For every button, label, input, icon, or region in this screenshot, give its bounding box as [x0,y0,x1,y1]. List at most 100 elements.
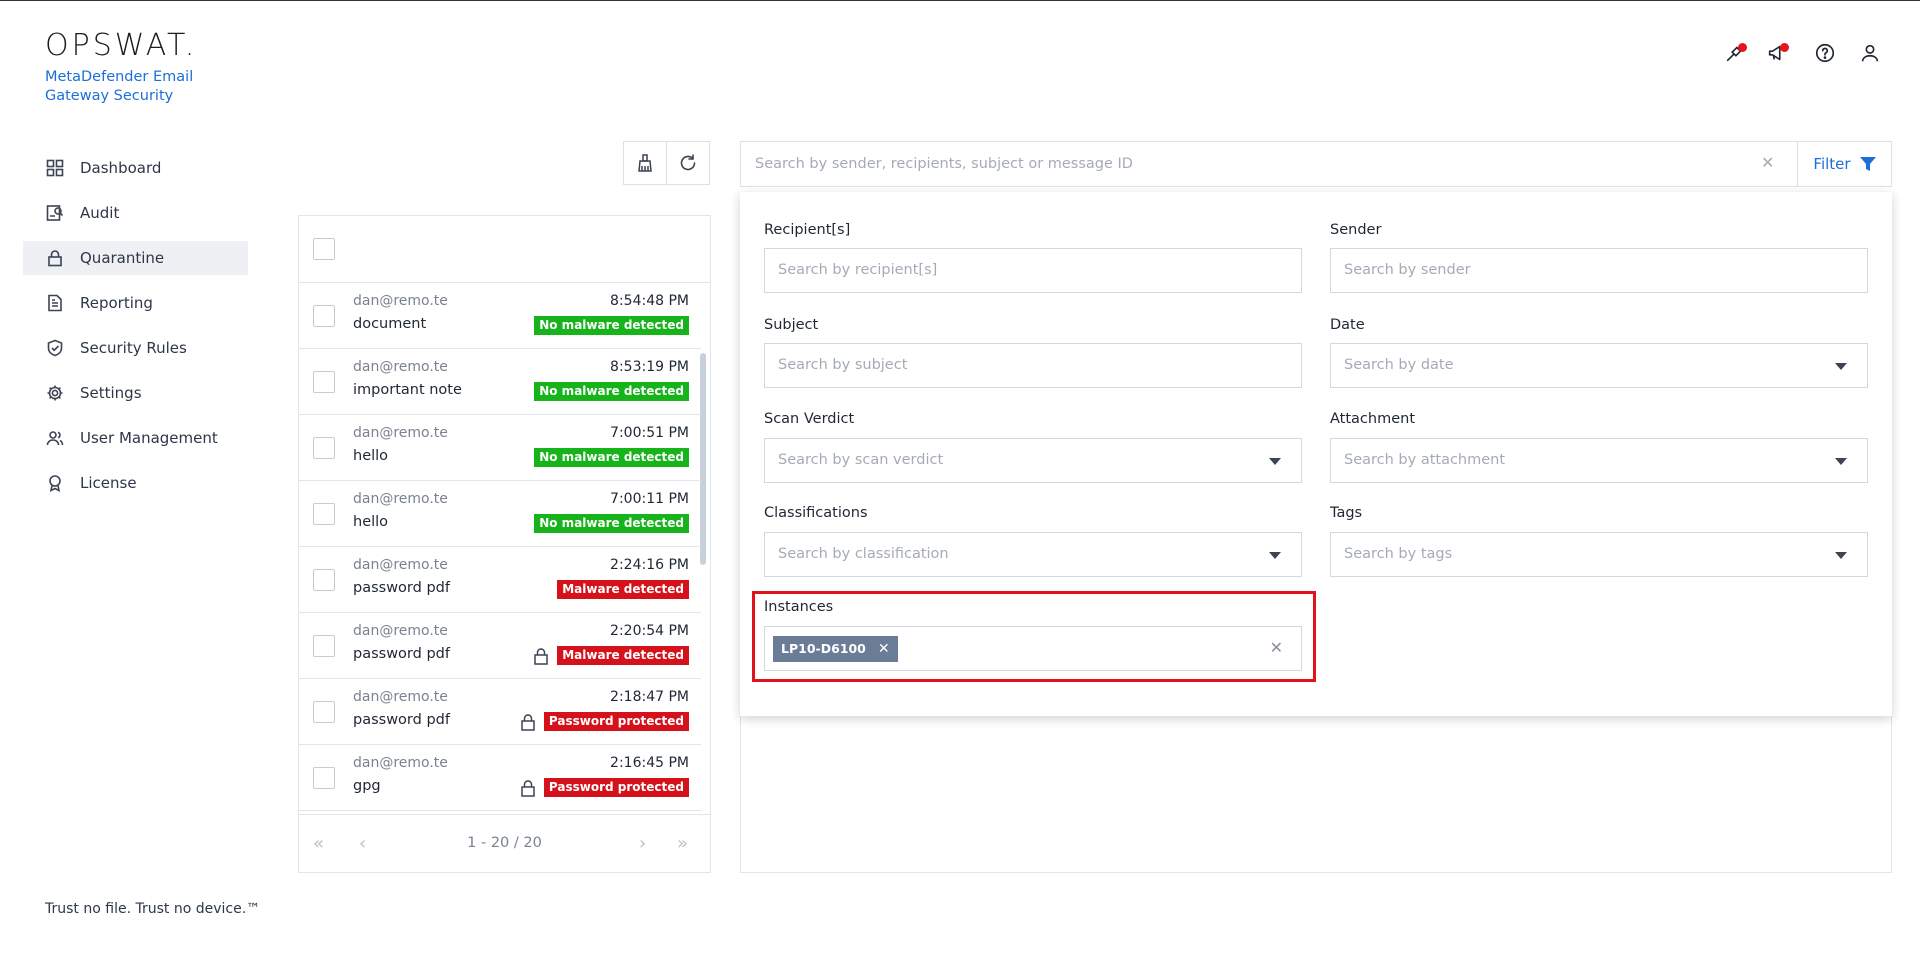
chevron-down-icon [1269,552,1281,559]
row-subject: password pdf [353,646,450,662]
row-time: 7:00:11 PM [610,491,689,507]
list-item[interactable]: dan@remo.te password pdf 2:18:47 PM Passwor… [299,679,701,745]
row-time: 2:16:45 PM [610,755,689,771]
sender-label: Sender [1330,222,1382,238]
sidebar-item-security-rules[interactable]: Security Rules [23,331,248,365]
row-sender: dan@remo.te [353,491,448,507]
status-badge: No malware detected [534,382,689,401]
subject-label: Subject [764,317,819,333]
chevron-down-icon [1835,458,1847,465]
classifications-select[interactable]: Search by classification [764,532,1302,577]
sidebar-item-reporting[interactable]: Reporting [23,286,248,320]
sidebar-nav: Dashboard Audit Quarantine Reporting Sec… [23,151,248,511]
status-badge: Malware detected [557,646,689,665]
row-checkbox[interactable] [313,371,335,393]
row-subject: hello [353,514,389,530]
row-checkbox[interactable] [313,569,335,591]
refresh-button[interactable] [666,141,710,185]
help-icon[interactable] [1810,38,1840,68]
filter-button[interactable]: Filter [1797,142,1892,186]
tags-select[interactable]: Search by tags [1330,532,1868,577]
list-item[interactable]: dan@remo.te important note 8:53:19 PM No ma… [299,349,701,415]
row-sender: dan@remo.te [353,755,448,771]
next-page-button[interactable]: › [639,833,646,854]
list-item[interactable]: dan@remo.te password pdf 2:20:54 PM Malware… [299,613,701,679]
scan-verdict-placeholder: Search by scan verdict [778,452,944,468]
subject-input[interactable]: Search by subject [764,343,1302,388]
pagination-label: 1 - 20 / 20 [467,835,542,851]
recipients-input[interactable]: Search by recipient[s] [764,248,1302,293]
sidebar-item-dashboard[interactable]: Dashboard [23,151,248,185]
status-badge: No malware detected [534,448,689,467]
status-badge: No malware detected [534,514,689,533]
row-subject: password pdf [353,712,450,728]
sidebar-item-label: Audit [80,204,120,222]
row-time: 8:54:48 PM [610,293,689,309]
status-badge: Password protected [543,712,689,731]
scan-verdict-select[interactable]: Search by scan verdict [764,438,1302,483]
search-input[interactable] [741,142,1791,186]
scan-verdict-label: Scan Verdict [764,411,855,427]
list-header [299,216,710,283]
lock-icon [520,713,536,731]
chevron-down-icon [1269,458,1281,465]
tags-placeholder: Search by tags [1344,546,1453,562]
row-sender: dan@remo.te [353,293,448,309]
pagination: « ‹ 1 - 20 / 20 › » [299,814,710,872]
top-border [0,0,1920,1]
list-item[interactable]: dan@remo.te hello 7:00:51 PM No malware det… [299,415,701,481]
row-subject: password pdf [353,580,450,596]
row-checkbox[interactable] [313,635,335,657]
row-sender: dan@remo.te [353,623,448,639]
brand-logo[interactable]: OPSWAT. MetaDefender Email Gateway Secur… [45,30,205,106]
classifications-placeholder: Search by classification [778,546,949,562]
document-icon [46,294,64,312]
sender-input[interactable]: Search by sender [1330,248,1868,293]
sidebar-item-label: User Management [80,429,218,447]
status-badge: Password protected [543,778,689,797]
sidebar-item-label: Reporting [80,294,153,312]
search-bar: ✕ Filter [740,141,1892,187]
list-item[interactable]: dan@remo.te hello 7:00:11 PM No malware det… [299,481,701,547]
user-icon[interactable] [1855,38,1885,68]
sidebar-item-audit[interactable]: Audit [23,196,248,230]
row-time: 7:00:51 PM [610,425,689,441]
date-select[interactable]: Search by date [1330,343,1868,388]
chevron-down-icon [1835,552,1847,559]
subject-placeholder: Search by subject [778,357,908,373]
tags-label: Tags [1330,505,1363,521]
last-page-button[interactable]: » [677,833,688,854]
sidebar-item-settings[interactable]: Settings [23,376,248,410]
search-clear-icon[interactable]: ✕ [1761,153,1774,172]
select-all-checkbox[interactable] [313,238,335,260]
sidebar-item-quarantine[interactable]: Quarantine [23,241,248,275]
date-label: Date [1330,317,1365,333]
list-item[interactable]: dan@remo.te password pdf 2:24:16 PM Malware… [299,547,701,613]
row-subject: gpg [353,778,381,794]
row-checkbox[interactable] [313,767,335,789]
recipients-placeholder: Search by recipient[s] [778,262,938,278]
row-checkbox[interactable] [313,305,335,327]
list-item[interactable]: dan@remo.te gpg 2:16:45 PM Password protect… [299,745,701,811]
announcement-notification-dot [1780,43,1789,52]
gear-icon [46,384,64,402]
sidebar-item-label: Quarantine [80,249,165,267]
row-sender: dan@remo.te [353,557,448,573]
date-placeholder: Search by date [1344,357,1454,373]
announcement-icon[interactable] [1762,38,1792,68]
clean-button[interactable] [623,141,667,185]
refresh-icon [680,154,696,171]
sidebar-item-label: Security Rules [80,339,187,357]
row-checkbox[interactable] [313,437,335,459]
attachment-label: Attachment [1330,411,1416,427]
tools-icon[interactable] [1720,38,1750,68]
row-checkbox[interactable] [313,503,335,525]
users-icon [46,429,64,447]
attachment-select[interactable]: Search by attachment [1330,438,1868,483]
sidebar-item-user-management[interactable]: User Management [23,421,248,455]
sidebar-item-license[interactable]: License [23,466,248,500]
status-badge: Malware detected [557,580,689,599]
classifications-label: Classifications [764,505,868,521]
list-item[interactable]: dan@remo.te document 8:54:48 PM No malware … [299,283,701,349]
row-checkbox[interactable] [313,701,335,723]
